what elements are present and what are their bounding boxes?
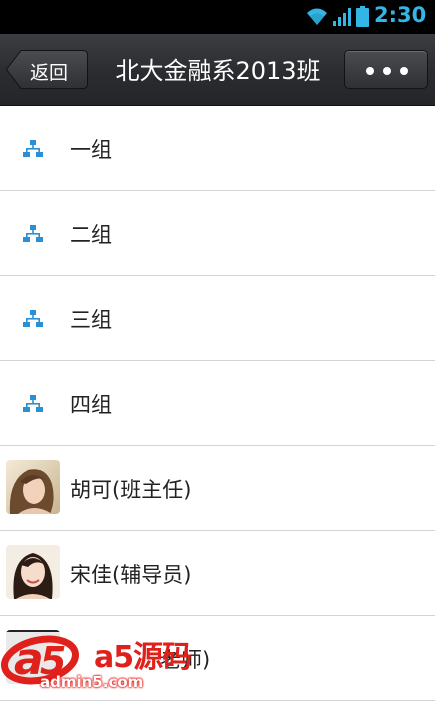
list-item-label: 四组 [70,393,112,417]
wifi-icon [305,6,329,30]
group-tree-icon [23,310,43,332]
back-button-label: 返回 [30,62,69,84]
signal-icon [332,7,352,30]
watermark-domain: admin5.com [40,673,144,691]
more-dots-icon [400,67,408,75]
avatar [6,460,60,514]
list-item-label: 胡可(班主任) [70,478,192,502]
list-item-member[interactable]: 胡可(班主任) [0,446,435,531]
list-item-group[interactable]: 一组 [0,106,435,191]
back-button[interactable]: 返回 [6,50,88,89]
list-item-group[interactable]: 二组 [0,191,435,276]
battery-icon [356,6,369,31]
group-tree-icon [23,395,43,417]
watermark-brand: a5源码 [94,640,192,675]
avatar [6,545,60,599]
list-item-member[interactable]: 宋佳(辅导员) [0,531,435,616]
list-item-group[interactable]: 四组 [0,361,435,446]
list-item-label: 二组 [70,223,112,247]
list-item-label: 三组 [70,308,112,332]
group-tree-icon [23,140,43,162]
page-title: 北大金融系2013班 [115,57,321,85]
watermark-logo: a 5 a5源码 admin5.com [0,628,200,695]
more-button[interactable] [344,50,428,89]
contact-list: 一组 二组 三组 四组 胡可(班主任) 宋佳(辅导员) 老师) [0,106,435,701]
more-dots-icon [366,67,374,75]
list-item-group[interactable]: 三组 [0,276,435,361]
status-bar: 2:30 [0,0,435,34]
list-item-label: 一组 [70,138,112,162]
list-item-label: 宋佳(辅导员) [70,563,192,587]
group-tree-icon [23,225,43,247]
more-dots-icon [383,67,391,75]
status-time: 2:30 [374,3,427,27]
title-bar: 返回 北大金融系2013班 [0,34,435,106]
